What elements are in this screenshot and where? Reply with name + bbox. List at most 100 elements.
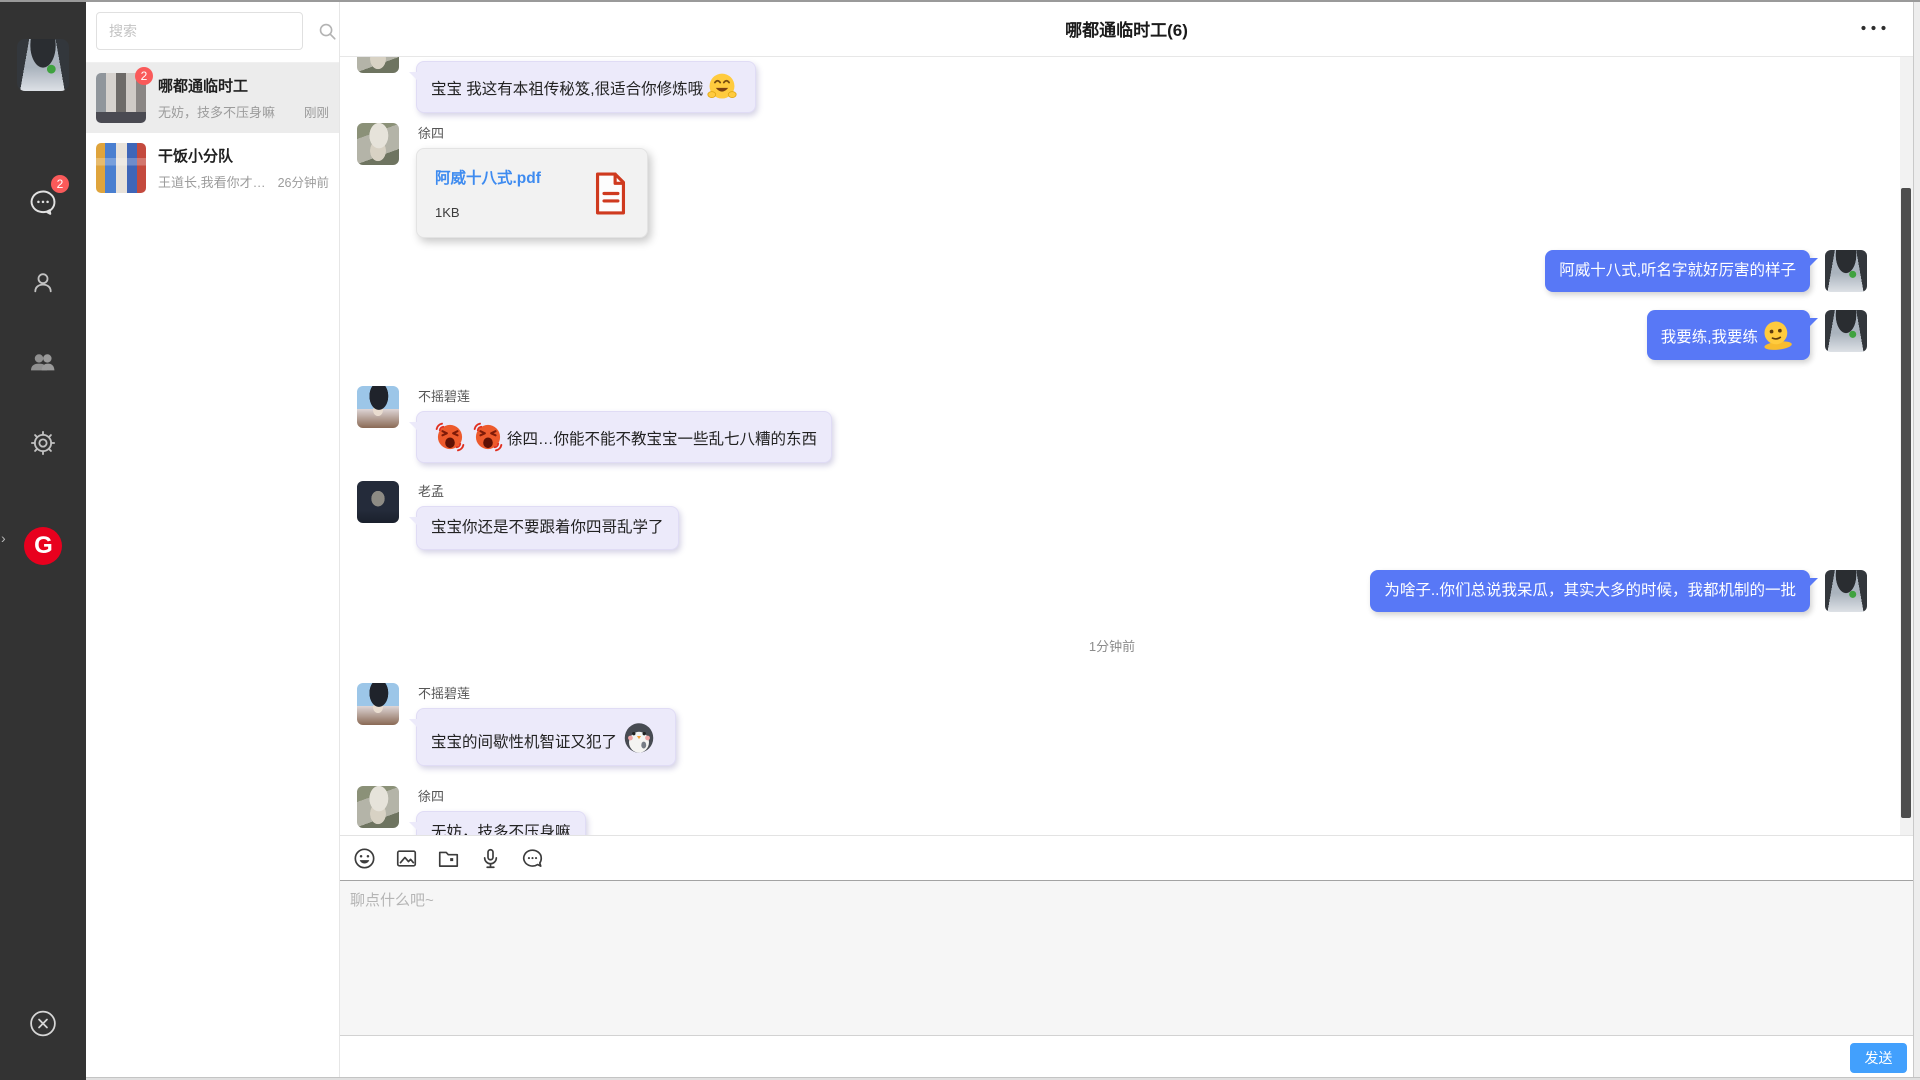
chat-list-panel: 2 哪都通临时工 无妨，技多不压身嘛 刚刚 干饭小分队 王道长,我看你才… 26… (86, 0, 340, 1080)
message-avatar[interactable] (357, 683, 399, 725)
hugging-face-emoji (706, 71, 738, 103)
file-message-card[interactable]: 阿威十八式.pdf 1KB (416, 148, 648, 238)
more-menu-icon[interactable] (1858, 19, 1889, 38)
sender-name: 老孟 (418, 481, 679, 500)
message-bubble: 阿威十八式,听名字就好厉害的样子 (1545, 250, 1810, 292)
message-text: 阿威十八式,听名字就好厉害的样子 (1559, 262, 1796, 279)
message-row: 老孟 宝宝你还是不要跟着你四哥乱学了 (357, 481, 1867, 550)
chat-history-icon[interactable] (520, 846, 545, 871)
scrollbar-thumb[interactable] (1901, 188, 1911, 818)
chat-list-item[interactable]: 2 哪都通临时工 无妨，技多不压身嘛 刚刚 (86, 63, 339, 133)
message-row: 不摇碧莲 宝宝的间歇性机智证又犯了 (357, 683, 1867, 766)
file-name-link[interactable]: 阿威十八式.pdf (435, 166, 582, 188)
chat-time: 26分钟前 (278, 172, 329, 191)
sender-name: 不摇碧莲 (418, 386, 832, 405)
chat-title: 哪都通临时工(6) (1065, 16, 1188, 41)
message-avatar[interactable] (1825, 310, 1867, 352)
group-icon (27, 347, 59, 379)
melting-face-emoji (1759, 317, 1794, 352)
message-avatar[interactable] (1825, 570, 1867, 612)
message-bubble: 无妨，技多不压身嘛 (416, 811, 586, 835)
message-text: 徐四…你能不能不教宝宝一些乱七八糟的东西 (507, 431, 817, 448)
close-button[interactable] (27, 1007, 60, 1040)
pdf-file-icon (592, 171, 629, 216)
sidebar-nav-settings[interactable] (15, 403, 71, 483)
message-input[interactable] (340, 880, 1913, 1035)
unread-badge: 2 (135, 67, 153, 85)
penguin-sticker-emoji (620, 718, 658, 756)
sender-name: 不摇碧莲 (418, 683, 676, 702)
message-avatar[interactable] (357, 123, 399, 165)
sidebar: 2 G (0, 0, 86, 1080)
sender-name: 徐四 (418, 786, 586, 805)
chat-header: 哪都通临时工(6) (340, 0, 1913, 57)
settings-gear-icon (28, 428, 58, 458)
message-text: 宝宝的间歇性机智证又犯了 (431, 734, 617, 751)
sidebar-nav-chats[interactable]: 2 (15, 163, 71, 243)
message-bubble: 为啥子..你们总说我呆瓜，其实大多的时候，我都机制的一批 (1370, 570, 1810, 612)
unread-badge: 2 (51, 175, 69, 193)
chat-last-message: 王道长,我看你才… (158, 172, 273, 191)
message-bubble: 徐四…你能不能不教宝宝一些乱七八糟的东西 (416, 411, 832, 463)
search-input[interactable] (96, 12, 303, 50)
message-row: 我要练,我要练 (357, 310, 1867, 360)
window-right-edge (1913, 0, 1920, 1080)
message-text: 宝宝你还是不要跟着你四哥乱学了 (431, 519, 664, 536)
message-text: 为啥子..你们总说我呆瓜，其实大多的时候，我都机制的一批 (1384, 582, 1796, 599)
sidebar-nav: 2 (15, 163, 71, 483)
sidebar-nav-contacts[interactable] (15, 243, 71, 323)
message-bubble: 宝宝的间歇性机智证又犯了 (416, 708, 676, 766)
sender-name: 徐四 (418, 123, 648, 142)
app-logo[interactable]: G (24, 527, 62, 565)
search-bar (86, 0, 339, 63)
chat-time: 刚刚 (304, 102, 329, 121)
message-row: 徐四 阿威十八式.pdf 1KB (357, 123, 1867, 238)
composer: 发送 (340, 835, 1913, 1080)
message-text: 宝宝 我这有本祖传秘笈,很适合你修炼哦 (431, 81, 703, 98)
message-bubble: 宝宝 我这有本祖传秘笈,很适合你修炼哦 (416, 61, 756, 113)
collapse-arrow[interactable]: › (1, 530, 6, 546)
close-circle-icon (27, 1027, 60, 1044)
time-divider: 1分钟前 (357, 636, 1867, 655)
enraged-face-emoji (434, 421, 466, 453)
message-avatar[interactable] (357, 57, 399, 73)
emoji-picker-icon[interactable] (352, 846, 377, 871)
send-row: 发送 (340, 1035, 1913, 1080)
chat-avatar: 2 (96, 73, 146, 123)
message-area: 宝宝 我这有本祖传秘笈,很适合你修炼哦 徐四 阿威十八式.pdf 1KB 阿威十… (340, 57, 1913, 835)
app-window: 2 G › 2 哪都通临时工 无妨，技多不压身嘛 刚刚 (0, 0, 1920, 1080)
search-icon[interactable] (317, 21, 338, 42)
message-bubble: 我要练,我要练 (1647, 310, 1810, 360)
chat-window: 哪都通临时工(6) 宝宝 我这有本祖传秘笈,很适合你修炼哦 徐四 阿威十八式.p… (340, 0, 1913, 1080)
chat-last-message: 无妨，技多不压身嘛 (158, 102, 299, 121)
message-row: 徐四 无妨，技多不压身嘛 (357, 786, 1867, 835)
send-button[interactable]: 发送 (1850, 1043, 1907, 1073)
image-icon[interactable] (394, 846, 419, 871)
chat-list-item[interactable]: 干饭小分队 王道长,我看你才… 26分钟前 (86, 133, 339, 203)
message-text: 我要练,我要练 (1661, 329, 1758, 346)
chat-name: 哪都通临时工 (158, 75, 329, 96)
message-avatar[interactable] (357, 481, 399, 523)
message-row: 不摇碧莲 徐四…你能不能不教宝宝一些乱七八糟的东西 (357, 386, 1867, 463)
sidebar-nav-groups[interactable] (15, 323, 71, 403)
file-size: 1KB (435, 205, 582, 220)
enraged-face-emoji (472, 421, 504, 453)
chat-avatar (96, 143, 146, 193)
message-row: 宝宝 我这有本祖传秘笈,很适合你修炼哦 (357, 61, 1867, 113)
message-avatar[interactable] (357, 386, 399, 428)
user-avatar[interactable] (17, 39, 69, 91)
window-top-edge (0, 0, 1920, 2)
chat-name: 干饭小分队 (158, 145, 329, 166)
message-avatar[interactable] (1825, 250, 1867, 292)
message-text: 无妨，技多不压身嘛 (431, 824, 571, 835)
message-row: 为啥子..你们总说我呆瓜，其实大多的时候，我都机制的一批 (357, 570, 1867, 612)
microphone-icon[interactable] (478, 846, 503, 871)
chat-scrollbar[interactable] (1900, 57, 1913, 835)
folder-icon[interactable] (436, 846, 461, 871)
conversation-list: 2 哪都通临时工 无妨，技多不压身嘛 刚刚 干饭小分队 王道长,我看你才… 26… (86, 63, 339, 203)
message-avatar[interactable] (357, 786, 399, 828)
composer-toolbar (340, 836, 1913, 880)
contacts-icon (28, 268, 58, 298)
message-row: 阿威十八式,听名字就好厉害的样子 (357, 250, 1867, 292)
chat-bubble-icon (27, 187, 59, 219)
